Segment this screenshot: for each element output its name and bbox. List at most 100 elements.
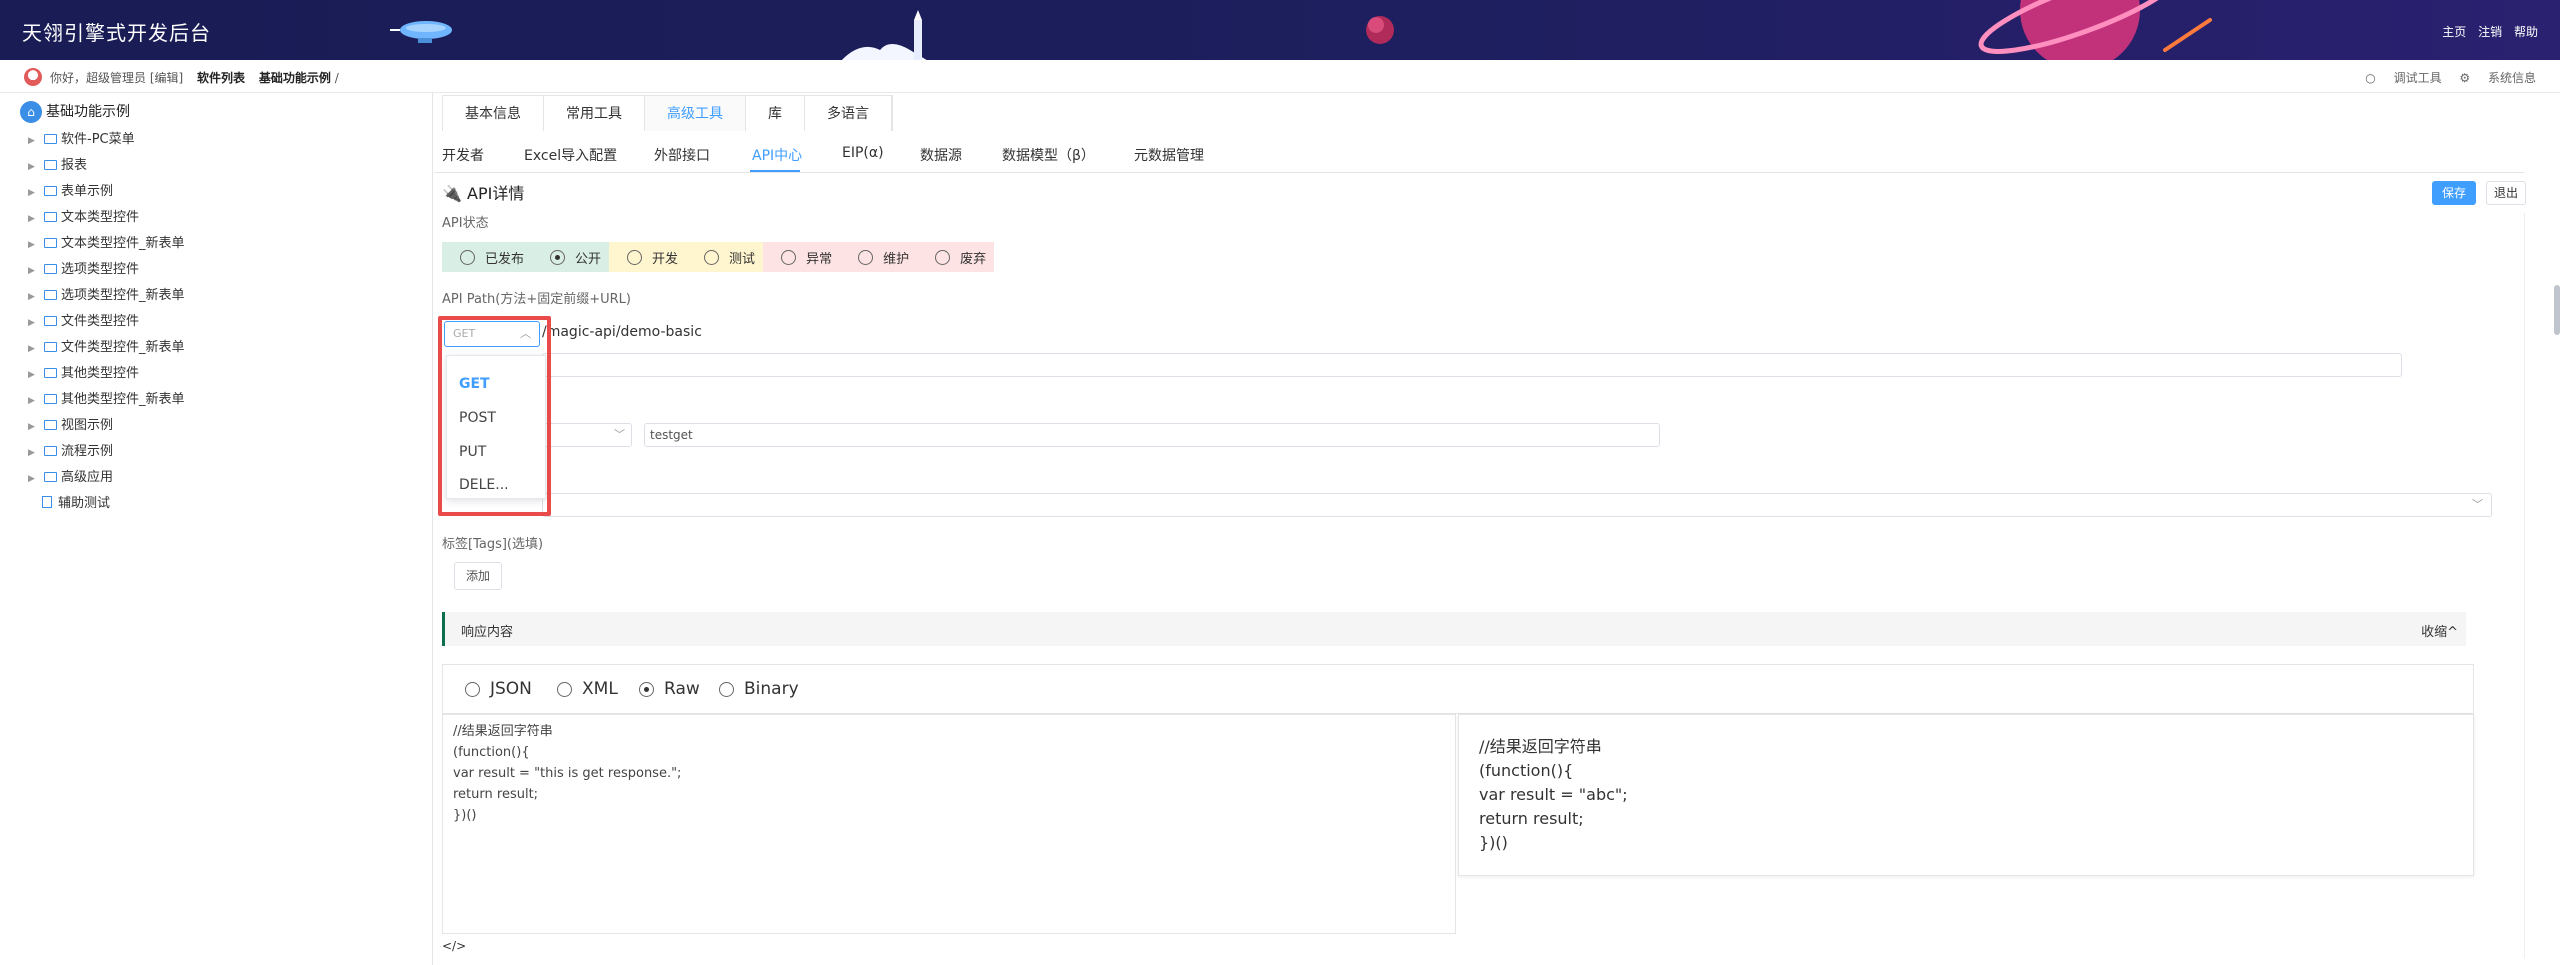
caret-right-icon: ▶ — [28, 422, 35, 432]
folder-icon — [44, 238, 57, 248]
chevron-down-icon: ﹀ — [614, 428, 625, 441]
status-deprecated[interactable]: 废弃 — [917, 242, 995, 272]
radio-icon — [460, 249, 475, 265]
code-editor[interactable]: //结果返回字符串 (function(){ var result = "thi… — [442, 714, 1456, 934]
status-error[interactable]: 异常 — [763, 242, 841, 272]
tab-developer[interactable]: 开发者 — [442, 145, 484, 165]
tree-item[interactable]: ▶ 报表 — [28, 154, 87, 173]
tree-item[interactable]: ▶ 表单示例 — [28, 180, 113, 199]
folder-icon — [44, 264, 57, 274]
param-value-text: testget — [650, 428, 693, 442]
planet-icon — [1366, 16, 1394, 44]
tree-item[interactable]: 辅助测试 — [28, 492, 110, 511]
breadcrumb-separator: / — [334, 71, 339, 85]
chevron-down-icon: ﹀ — [2472, 498, 2483, 511]
folder-icon — [44, 212, 57, 222]
castle-icon — [841, 10, 927, 60]
radio-icon — [557, 681, 572, 697]
status-public[interactable]: 公开 — [532, 242, 610, 272]
exit-button[interactable]: 退出 — [2486, 181, 2526, 205]
save-button[interactable]: 保存 — [2432, 181, 2476, 205]
status-maintenance[interactable]: 维护 — [840, 242, 918, 272]
tree-item[interactable]: ▶ 其他类型控件_新表单 — [28, 388, 185, 407]
tree-item[interactable]: ▶ 选项类型控件_新表单 — [28, 284, 185, 303]
format-xml[interactable]: XML — [547, 679, 618, 699]
tree-item[interactable]: ▶ 视图示例 — [28, 414, 113, 433]
help-link[interactable]: 帮助 — [2514, 25, 2538, 39]
tree-item[interactable]: ▶ 文件类型控件_新表单 — [28, 336, 185, 355]
format-raw[interactable]: Raw — [629, 679, 700, 699]
tree-item[interactable]: ▶ 选项类型控件 — [28, 258, 139, 277]
page-scrollbar-thumb[interactable] — [2554, 285, 2560, 335]
radio-icon — [781, 249, 797, 265]
radio-icon — [858, 249, 874, 265]
tree-item[interactable]: ▶ 文本类型控件 — [28, 206, 139, 225]
add-tag-button[interactable]: 添加 — [454, 562, 502, 590]
tab-basic-info[interactable]: 基本信息 — [443, 96, 544, 131]
tab-advanced-tools[interactable]: 高级工具 — [645, 96, 746, 131]
home-icon: ⌂ — [20, 101, 42, 123]
param-type-select[interactable]: ﹀ — [542, 423, 632, 447]
path-text: /magic-api/demo-basic — [542, 324, 702, 340]
url-input[interactable] — [542, 353, 2402, 377]
tab-datasource[interactable]: 数据源 — [920, 145, 962, 165]
tab-excel-import[interactable]: Excel导入配置 — [524, 145, 617, 165]
tree-item[interactable]: ▶ 其他类型控件 — [28, 362, 139, 381]
radio-icon — [465, 681, 480, 697]
status-label: API状态 — [442, 216, 489, 231]
folder-icon — [44, 472, 57, 482]
tags-label: 标签[Tags](选填) — [442, 537, 544, 552]
path-label: API Path(方法+固定前缀+URL) — [442, 292, 631, 307]
app-title: 天翎引擎式开发后台 — [22, 21, 211, 45]
caret-right-icon: ▶ — [28, 266, 35, 276]
param-value-input[interactable] — [644, 423, 1660, 447]
folder-icon — [44, 186, 57, 196]
status-dev[interactable]: 开发 — [609, 242, 687, 272]
category-select[interactable]: ﹀ — [542, 493, 2492, 517]
avatar — [24, 68, 42, 86]
tree-item[interactable]: ▶ 流程示例 — [28, 440, 113, 459]
folder-icon — [44, 160, 57, 170]
tab-library[interactable]: 库 — [746, 96, 805, 131]
radio-icon — [935, 249, 951, 265]
caret-right-icon: ▶ — [28, 344, 35, 354]
radio-checked-icon — [639, 681, 654, 697]
caret-right-icon: ▶ — [28, 474, 35, 484]
secondary-tabs: 开发者 Excel导入配置 外部接口 API中心 EIP(α) 数据源 数据模型… — [434, 137, 2524, 173]
caret-right-icon: ▶ — [28, 214, 35, 224]
scrollbar[interactable] — [2524, 213, 2538, 958]
tab-external-api[interactable]: 外部接口 — [654, 145, 710, 165]
tree-item[interactable]: ▶ 软件-PC菜单 — [28, 128, 135, 147]
home-link[interactable]: 主页 — [2442, 25, 2466, 39]
status-test[interactable]: 测试 — [686, 242, 764, 272]
tree-root[interactable]: ⌂ 基础功能示例 — [20, 101, 130, 123]
page-title: 🔌 API详情 — [442, 184, 525, 203]
folder-icon — [44, 368, 57, 378]
tree-item[interactable]: ▶ 文件类型控件 — [28, 310, 139, 329]
code-toggle-icon[interactable]: </> — [442, 939, 466, 953]
tab-data-model[interactable]: 数据模型（β） — [1002, 145, 1095, 165]
tab-multilang[interactable]: 多语言 — [805, 96, 892, 131]
collapse-button[interactable]: 收缩^ — [2421, 621, 2458, 640]
format-binary[interactable]: Binary — [709, 679, 799, 699]
format-json[interactable]: JSON — [455, 679, 532, 699]
debug-tools-link[interactable]: ○ 调试工具 — [2365, 71, 2441, 85]
radio-icon — [719, 681, 734, 697]
header-links: 主页 注销 帮助 — [2434, 23, 2538, 40]
tree-item[interactable]: ▶ 高级应用 — [28, 466, 113, 485]
tab-api-center[interactable]: API中心 — [752, 145, 802, 165]
tab-metadata[interactable]: 元数据管理 — [1134, 145, 1204, 165]
sidebar-tree: ⌂ 基础功能示例 ▶ 软件-PC菜单 ▶ 报表 ▶ 表单示例 ▶ 文本类型控件 ▶ 文本类型… — [0, 93, 433, 965]
breadcrumb-basic-demo[interactable]: 基础功能示例 — [259, 71, 331, 85]
tab-common-tools[interactable]: 常用工具 — [544, 96, 645, 131]
status-published[interactable]: 已发布 — [442, 242, 533, 272]
tree-item[interactable]: ▶ 文本类型控件_新表单 — [28, 232, 185, 251]
response-section-header: 响应内容 收缩^ — [442, 612, 2466, 646]
system-info-link[interactable]: ⚙ 系统信息 — [2459, 71, 2536, 85]
folder-icon — [44, 446, 57, 456]
breadcrumb-software-list[interactable]: 软件列表 — [197, 71, 245, 85]
tab-eip[interactable]: EIP(α) — [842, 145, 884, 161]
caret-right-icon: ▶ — [28, 448, 35, 458]
greeting-text[interactable]: 你好，超级管理员 [编辑] — [50, 71, 183, 85]
logout-link[interactable]: 注销 — [2478, 25, 2502, 39]
